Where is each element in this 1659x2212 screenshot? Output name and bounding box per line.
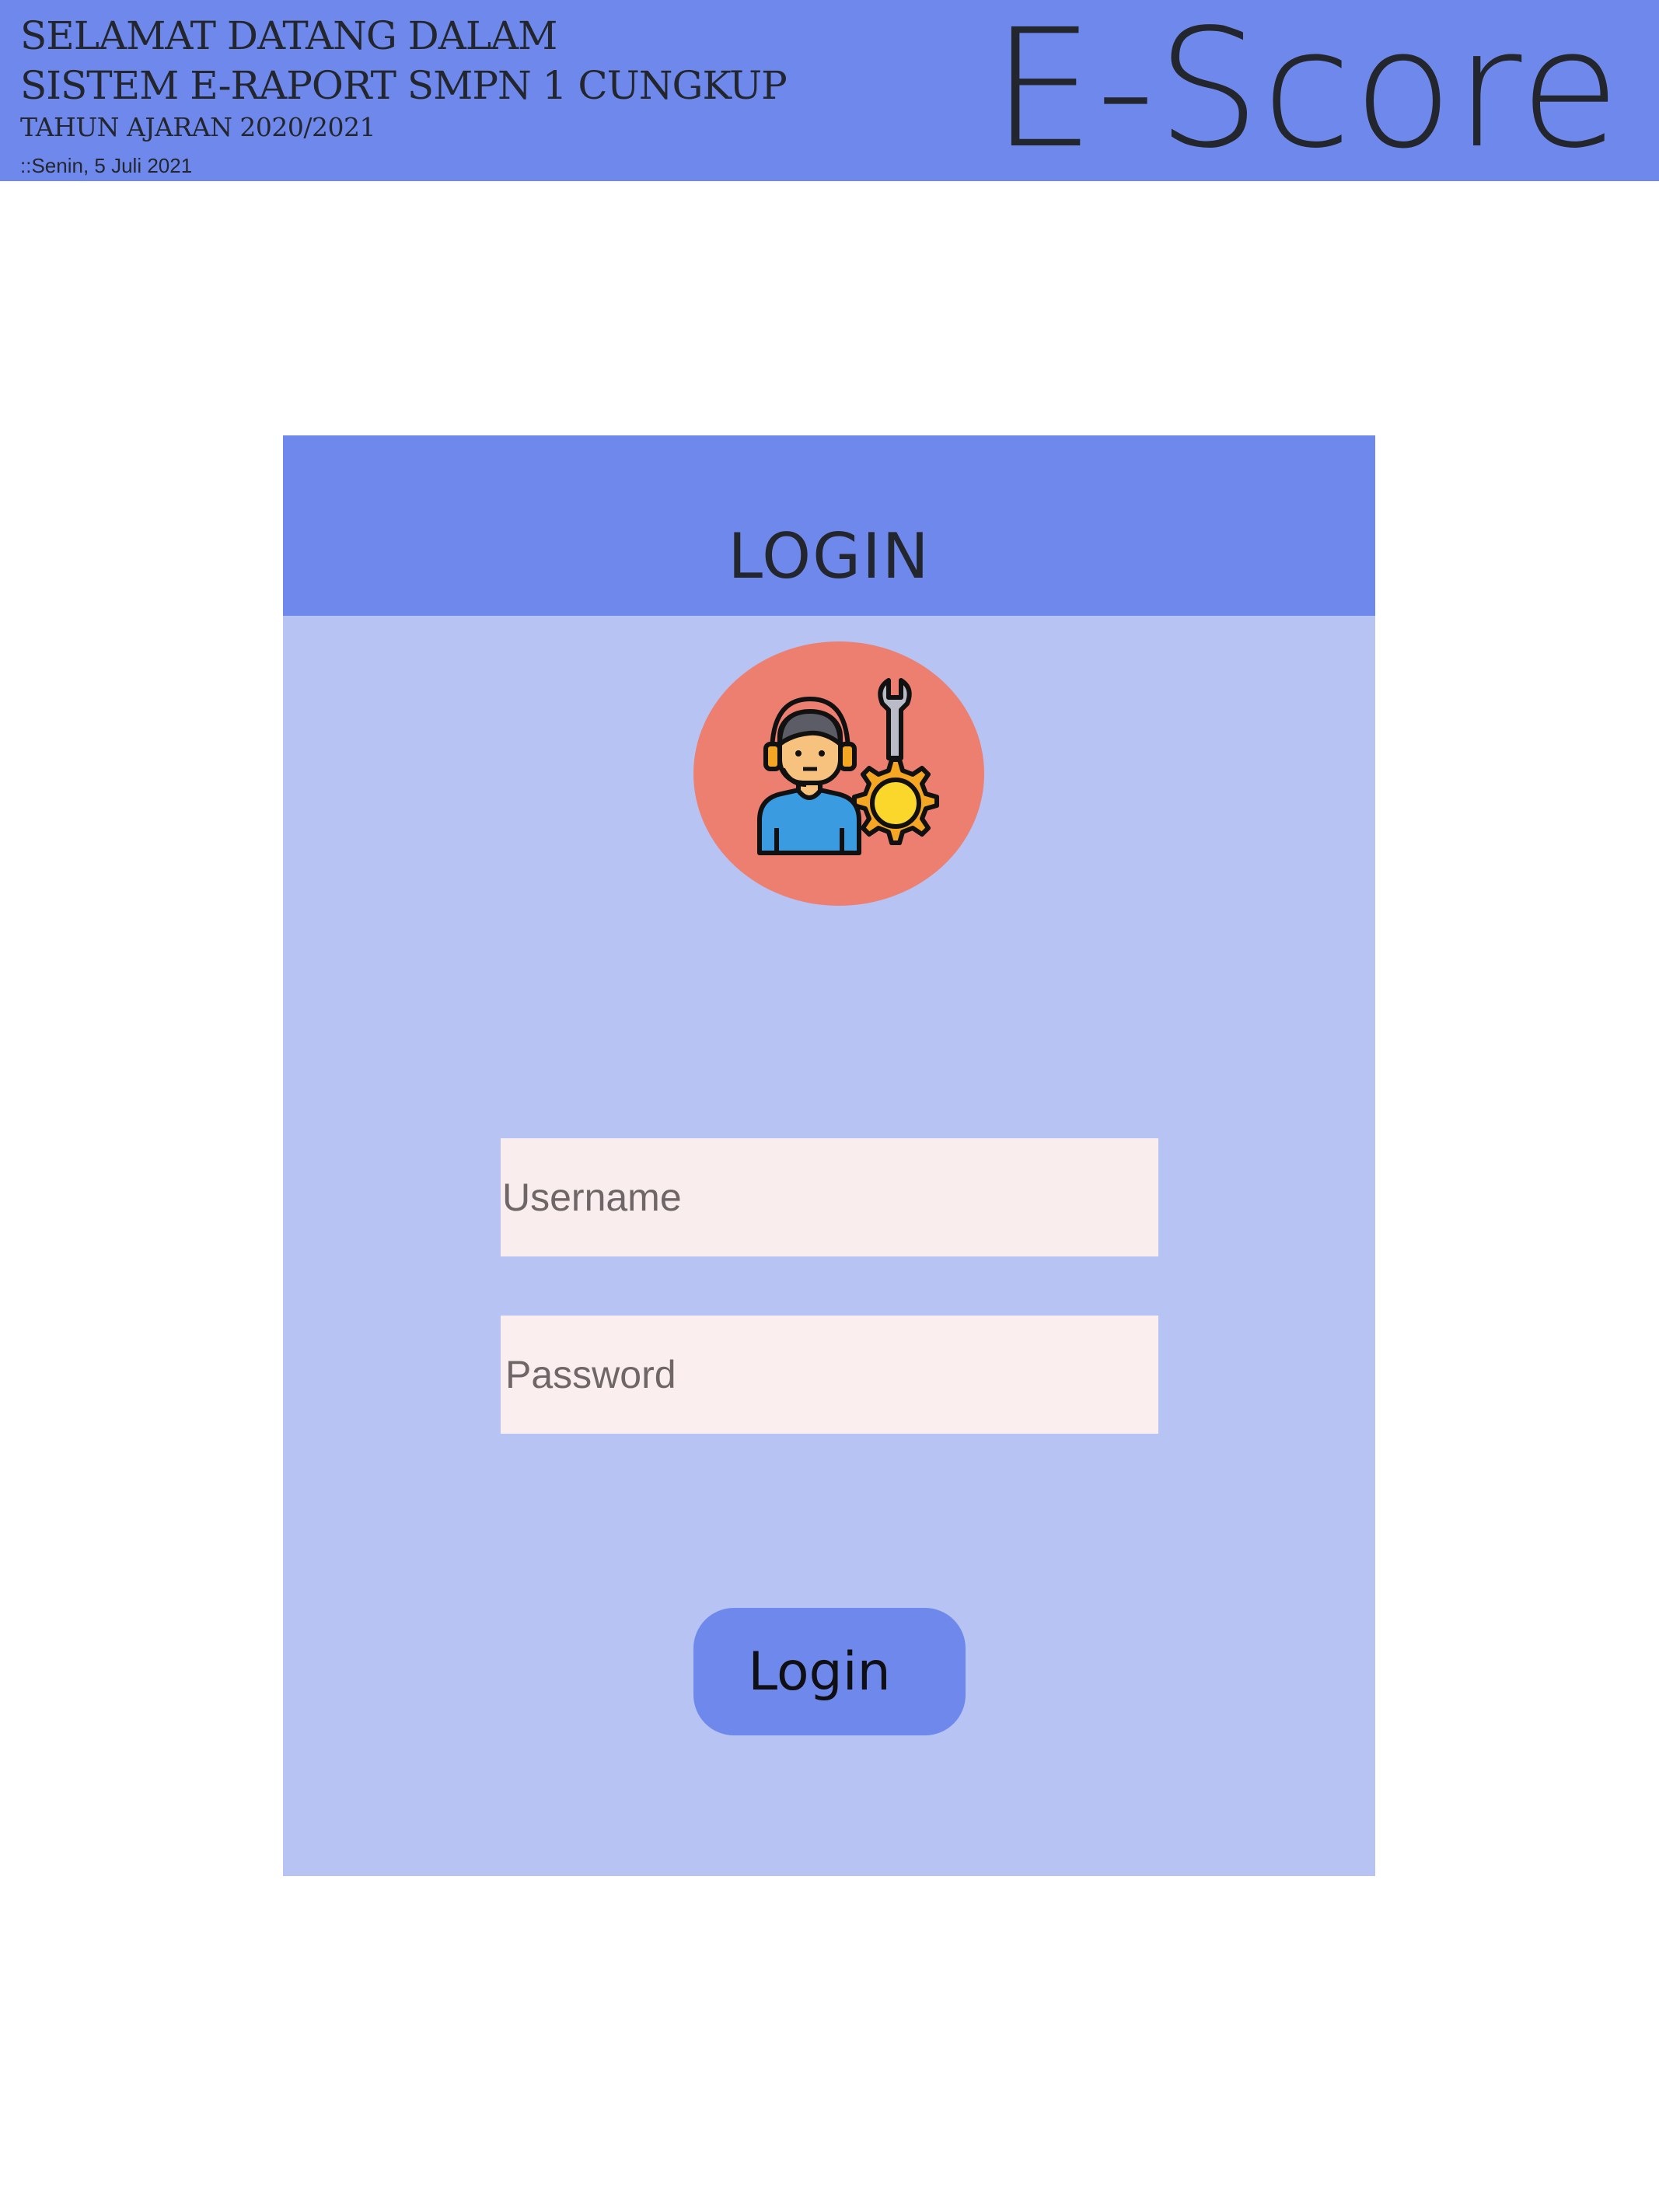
brand-logo-text: E-Score bbox=[991, 0, 1622, 184]
top-header-bar: SELAMAT DATANG DALAM SISTEM E-RAPORT SMP… bbox=[0, 0, 1659, 181]
welcome-line-2: SISTEM E-RAPORT SMPN 1 CUNGKUP bbox=[20, 63, 788, 108]
technical-support-agent-icon bbox=[757, 678, 939, 855]
current-date: ::Senin, 5 Juli 2021 bbox=[20, 154, 193, 177]
academic-year: TAHUN AJARAN 2020/2021 bbox=[20, 112, 376, 142]
login-card: LOGIN Username Login bbox=[283, 435, 1375, 1876]
welcome-line-1: SELAMAT DATANG DALAM bbox=[20, 13, 557, 58]
username-input[interactable] bbox=[501, 1138, 1158, 1256]
avatar bbox=[693, 641, 984, 906]
password-input[interactable] bbox=[501, 1316, 1158, 1434]
login-card-header: LOGIN bbox=[283, 435, 1375, 616]
login-title: LOGIN bbox=[728, 520, 931, 592]
login-button[interactable]: Login bbox=[693, 1608, 966, 1735]
welcome-text: SELAMAT DATANG DALAM SISTEM E-RAPORT SMP… bbox=[20, 11, 788, 145]
